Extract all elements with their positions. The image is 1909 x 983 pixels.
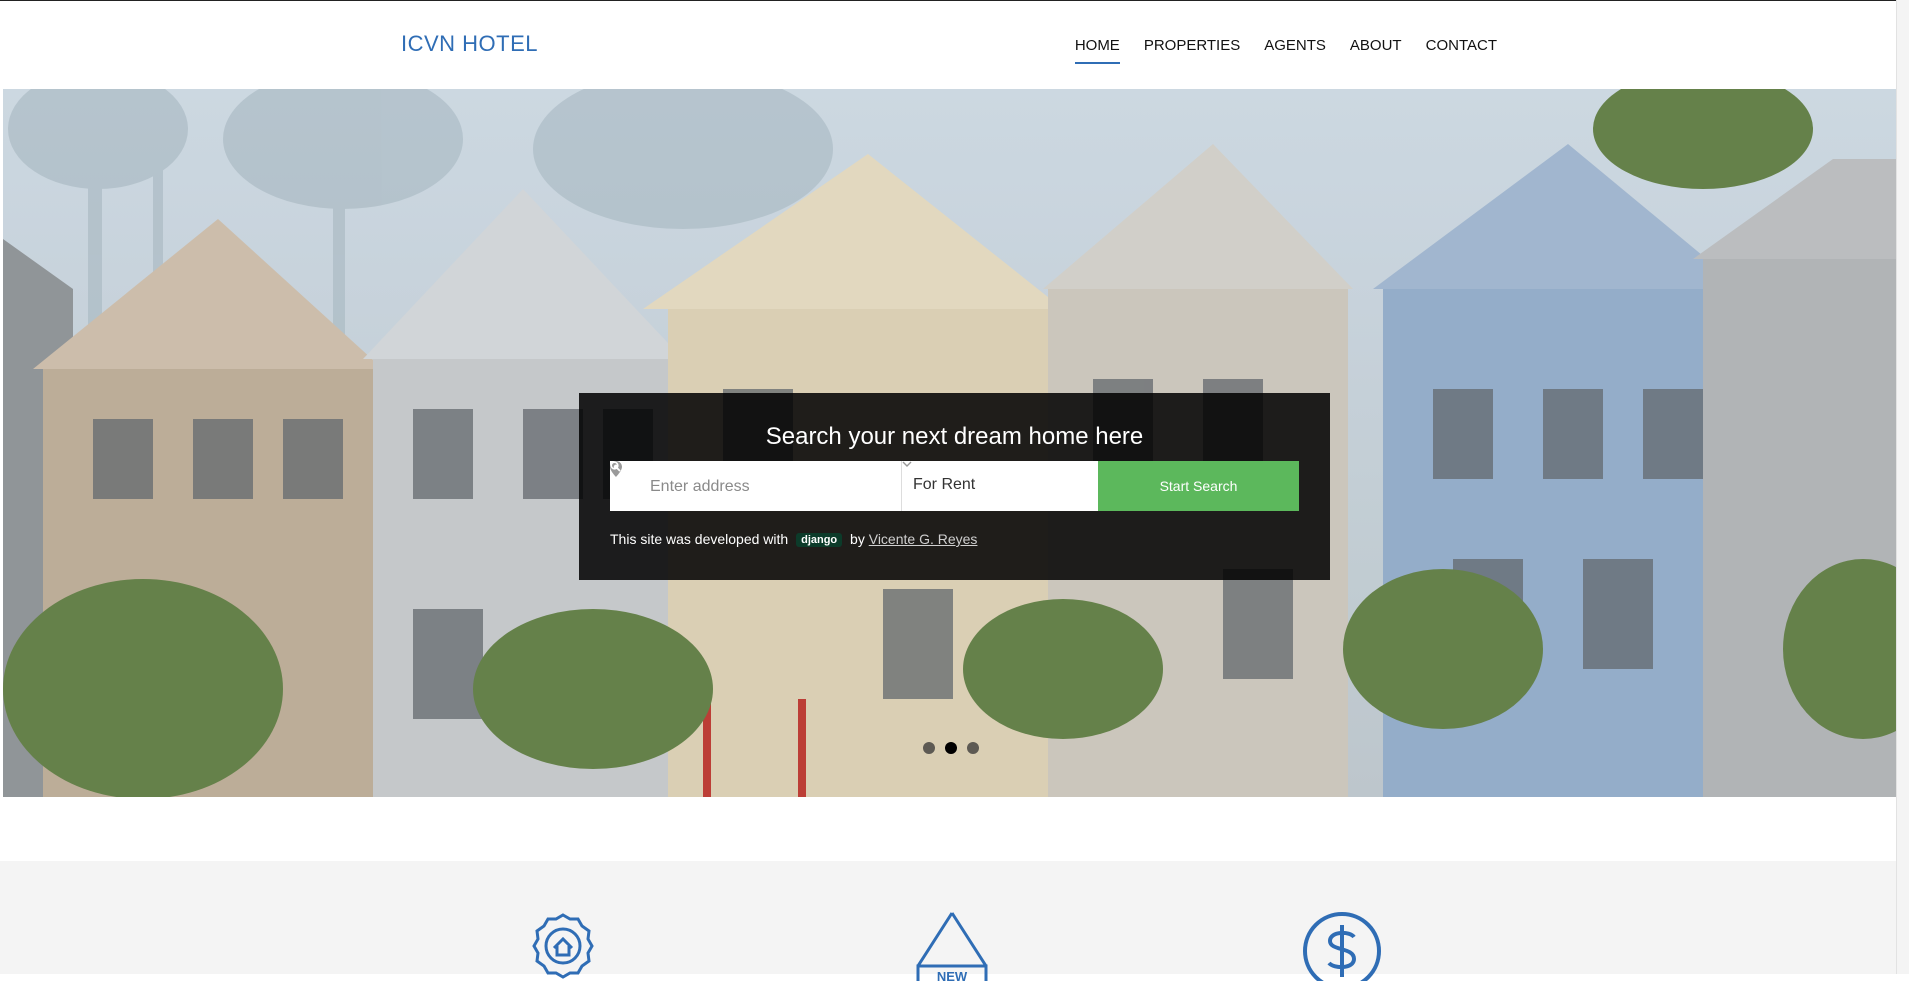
nav-contact[interactable]: CONTACT (1426, 37, 1497, 64)
main-nav: HOME PROPERTIES AGENTS ABOUT CONTACT (1051, 37, 1497, 64)
carousel-dot-1[interactable] (923, 742, 935, 754)
listing-type-value: For Rent (913, 476, 976, 493)
search-icon (610, 461, 621, 472)
chevron-down-icon (902, 461, 912, 467)
page-scrollbar[interactable] (1896, 0, 1909, 974)
award-house-icon (532, 913, 594, 979)
nav-properties[interactable]: PROPERTIES (1144, 37, 1240, 64)
carousel-dot-2[interactable] (945, 742, 957, 754)
address-field (610, 461, 902, 513)
credit-by: by (850, 531, 865, 547)
dollar-circle-icon (1303, 912, 1381, 981)
address-input[interactable] (648, 461, 892, 513)
start-search-button[interactable]: Start Search (610, 461, 1299, 511)
nav-about[interactable]: ABOUT (1350, 37, 1402, 64)
search-panel: Search your next dream home here For Ren… (579, 393, 1330, 580)
listing-type-select[interactable]: For Rent (902, 461, 1098, 511)
new-tag-icon: NEW (916, 912, 988, 981)
search-form: For Rent Start Search (610, 461, 1299, 513)
carousel-indicators (923, 742, 979, 754)
nav-home[interactable]: HOME (1074, 37, 1120, 64)
developer-credit: This site was developed with django by V… (610, 531, 977, 547)
author-link[interactable]: Vicente G. Reyes (869, 531, 978, 547)
credit-prefix: This site was developed with (610, 531, 789, 547)
search-heading: Search your next dream home here (765, 423, 1144, 450)
django-logo: django (796, 533, 843, 547)
nav-agents[interactable]: AGENTS (1264, 37, 1326, 64)
carousel-dot-3[interactable] (967, 742, 979, 754)
hero-carousel: Search your next dream home here For Ren… (3, 89, 1901, 797)
svg-text:NEW: NEW (937, 969, 968, 981)
start-search-label: Start Search (1159, 478, 1238, 494)
brand-logo[interactable]: ICVN HOTEL (401, 31, 538, 57)
site-header: ICVN HOTEL HOME PROPERTIES AGENTS ABOUT … (0, 1, 1897, 89)
features-section: NEW (0, 861, 1897, 981)
